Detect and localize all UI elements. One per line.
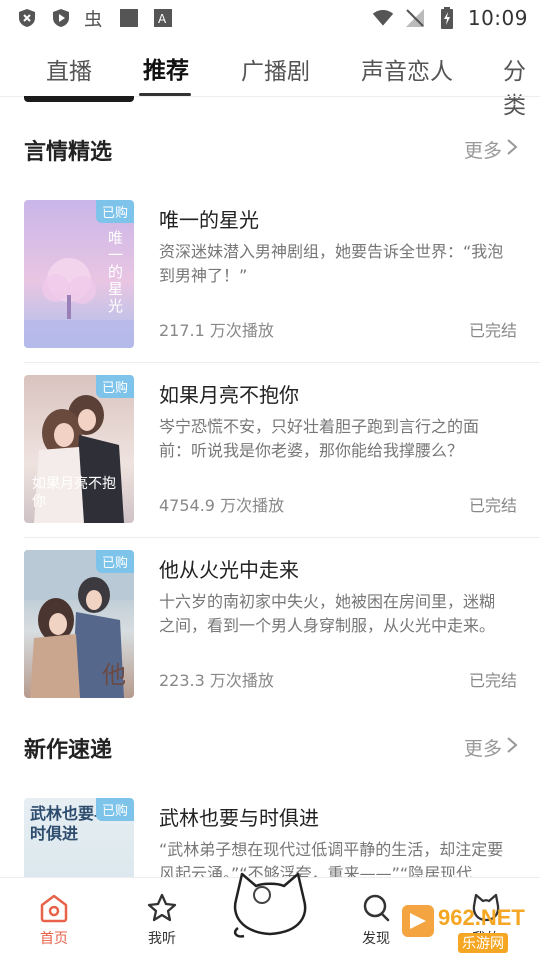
status-left-icons: 虫 A <box>16 7 174 29</box>
divider <box>24 537 540 538</box>
site-watermark: 962.NET 乐游网 <box>400 895 540 955</box>
home-icon <box>24 892 84 924</box>
book-item[interactable]: 他 已购 他从火光中走来 十六岁的南初家中失火，她被困在房间里，迷糊之间，看到一… <box>24 550 540 700</box>
divider <box>24 362 540 363</box>
discover-search-icon <box>346 892 406 924</box>
tab-category[interactable]: 分类 <box>503 52 540 120</box>
play-shield-icon <box>50 7 72 29</box>
purchased-badge: 已购 <box>95 798 134 821</box>
tab-live[interactable]: 直播 <box>46 52 92 86</box>
cover-title: 他 <box>102 661 126 689</box>
nav-label: 我听 <box>148 931 176 947</box>
book-title: 他从火光中走来 <box>159 558 299 582</box>
purchased-badge: 已购 <box>95 550 134 573</box>
svg-text:A: A <box>158 12 167 26</box>
section-title: 新作速递 <box>24 738 113 763</box>
purchased-badge: 已购 <box>95 200 134 223</box>
star-icon <box>132 892 192 924</box>
clock-time: 10:09 <box>467 6 528 30</box>
book-cover: 他 已购 <box>24 550 134 698</box>
tab-recommend[interactable]: 推荐 <box>143 51 189 85</box>
book-description: 十六岁的南初家中失火，她被困在房间里，迷糊之间，看到一个男人身穿制服，从火光中走… <box>159 592 496 635</box>
section-header-new-releases: 新作速递 更多 <box>24 732 518 772</box>
section-title: 言情精选 <box>24 140 113 165</box>
completion-status: 已完结 <box>469 671 518 690</box>
nav-listening[interactable]: 我听 <box>132 892 192 948</box>
nav-label: 发现 <box>362 931 390 947</box>
wifi-icon <box>372 7 394 29</box>
chevron-right-icon <box>506 736 518 759</box>
bug-app-icon: 虫 <box>84 7 106 29</box>
completion-status: 已完结 <box>469 321 518 340</box>
book-description: 岑宁恐慌不安，只好壮着胆子跑到言行之的面前：听说我是你老婆，那你能给我撑腰么？ <box>159 417 480 460</box>
more-label: 更多 <box>463 738 502 760</box>
cover-title: 唯一的星光 <box>106 230 124 315</box>
svg-text:虫: 虫 <box>84 9 102 29</box>
play-count: 4754.9 万次播放 <box>159 496 285 515</box>
purchased-badge: 已购 <box>95 375 134 398</box>
watermark-line2: 乐游网 <box>458 933 508 953</box>
font-app-icon: A <box>152 7 174 29</box>
cover-title: 如果月亮不抱你 <box>32 476 116 510</box>
book-item[interactable]: 如果月亮不抱你 已购 如果月亮不抱你 岑宁恐慌不安，只好壮着胆子跑到言行之的面前… <box>24 375 540 525</box>
chevron-right-icon <box>506 138 518 161</box>
completion-status: 已完结 <box>469 496 518 515</box>
tab-voice-lover[interactable]: 声音恋人 <box>361 52 453 86</box>
center-cat-button[interactable] <box>228 862 312 942</box>
book-title: 唯一的星光 <box>159 208 259 232</box>
no-signal-icon <box>404 7 426 29</box>
book-cover: 如果月亮不抱你 已购 <box>24 375 134 523</box>
book-item[interactable]: 唯一的星光 已购 唯一的星光 资深迷妹潜入男神剧组，她要告诉全世界：“我泡到男神… <box>24 200 540 350</box>
battery-charging-icon <box>436 7 458 29</box>
book-cover: 唯一的星光 已购 <box>24 200 134 348</box>
book-title: 武林也要与时俱进 <box>159 806 319 830</box>
book-title: 如果月亮不抱你 <box>159 383 299 407</box>
cat-icon <box>233 872 307 938</box>
banner-edge <box>24 96 134 102</box>
more-label: 更多 <box>463 140 502 162</box>
status-bar: 虫 A 10:09 <box>0 0 540 36</box>
status-right-icons: 10:09 <box>372 6 528 30</box>
nav-label: 首页 <box>40 931 68 947</box>
more-button[interactable]: 更多 <box>464 136 518 163</box>
more-button[interactable]: 更多 <box>464 734 518 761</box>
play-count: 223.3 万次播放 <box>159 671 274 690</box>
section-header-romance: 言情精选 更多 <box>24 134 518 174</box>
watermark-line1: 962.NET <box>438 905 525 930</box>
nav-home[interactable]: 首页 <box>24 892 84 948</box>
shield-x-icon <box>16 7 38 29</box>
tab-radio-drama[interactable]: 广播剧 <box>241 52 310 86</box>
square-app-icon <box>118 7 140 29</box>
play-count: 217.1 万次播放 <box>159 321 274 340</box>
nav-discover[interactable]: 发现 <box>346 892 406 948</box>
book-description: 资深迷妹潜入男神剧组，她要告诉全世界：“我泡到男神了！” <box>159 242 504 285</box>
